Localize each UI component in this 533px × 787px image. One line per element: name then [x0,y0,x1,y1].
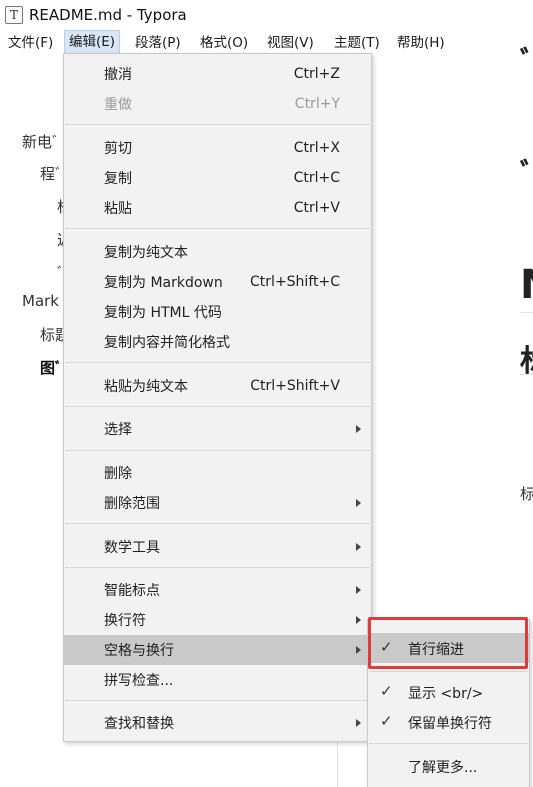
menu-item-label: 复制为 HTML 代码 [104,305,222,321]
menu-item-copy[interactable]: 复制 Ctrl+C [64,163,371,193]
menu-item-label: 数学工具 [104,540,160,556]
heading-underline [520,312,533,313]
menu-item-label: 智能标点 [104,583,160,599]
menu-separator [65,700,370,701]
menu-edit[interactable]: 编辑(E) [64,30,121,54]
menu-item-cut[interactable]: 剪切 Ctrl+X [64,133,371,163]
menu-theme[interactable]: 主题(T) [330,31,384,55]
menu-separator [65,523,370,524]
menu-item-paste-plain[interactable]: 粘贴为纯文本 Ctrl+Shift+V [64,371,371,401]
menu-separator [65,362,370,363]
title-bar: T README.md - Typora [0,0,533,30]
menu-item-find-replace[interactable]: 查找和替换 [64,708,371,738]
menu-item-shortcut: Ctrl+X [293,140,340,156]
menu-item-line-break[interactable]: 换行符 [64,605,371,635]
submenu-item-learn-more[interactable]: 了解更多... [368,751,529,781]
menu-item-select[interactable]: 选择 [64,414,371,444]
menu-separator [65,450,370,451]
menu-item-label: 复制 [104,171,132,187]
menu-item-smart-punctuation[interactable]: 智能标点 [64,575,371,605]
submenu-item-label: 显示 <br/> [408,686,484,702]
menu-item-label: 复制为 Markdown [104,275,223,291]
checkmark-icon: ✓ [380,712,393,730]
menu-item-label: 重做 [104,97,132,113]
menu-item-paste[interactable]: 粘贴 Ctrl+V [64,193,371,223]
doc-text-fragment: 标 [520,485,533,503]
menu-separator [65,228,370,229]
menu-separator [369,743,528,744]
menu-item-label: 空格与换行 [104,643,174,659]
checkmark-icon: ✓ [380,682,393,700]
menu-separator [65,406,370,407]
heading-underline [520,374,533,375]
menu-item-math-tools[interactable]: 数学工具 [64,532,371,562]
annotation-highlight-box [368,617,528,669]
outline-item[interactable]: Mark [22,292,59,310]
menu-item-copy-markdown[interactable]: 复制为 Markdown Ctrl+Shift+C [64,267,371,297]
doc-heading-fragment: N [520,262,533,308]
menu-bar: 文件(F) 编辑(E) 段落(P) 格式(O) 视图(V) 主题(T) 帮助(H… [0,30,533,55]
submenu-item-label: 保留单换行符 [408,716,492,732]
submenu-arrow-icon [356,499,361,507]
menu-item-label: 粘贴 [104,201,132,217]
menu-paragraph[interactable]: 段落(P) [131,31,185,55]
menu-item-shortcut: Ctrl+Shift+C [250,274,340,290]
menu-separator [65,567,370,568]
menu-separator [369,671,528,672]
window-title: README.md - Typora [29,6,187,24]
menu-item-whitespace[interactable]: 空格与换行 [64,635,371,665]
menu-item-shortcut: Ctrl+Shift+V [250,378,340,394]
menu-separator [65,124,370,125]
menu-item-label: 撤消 [104,67,132,83]
menu-item-label: 复制内容并简化格式 [104,335,230,351]
menu-item-label: 查找和替换 [104,716,174,732]
menu-item-copy-simplified[interactable]: 复制内容并简化格式 [64,327,371,357]
menu-item-redo[interactable]: 重做 Ctrl+Y [64,89,371,119]
menu-item-label: 换行符 [104,613,146,629]
menu-item-label: 删除 [104,466,132,482]
menu-item-undo[interactable]: 撤消 Ctrl+Z [64,59,371,89]
submenu-arrow-icon [356,616,361,624]
menu-item-label: 剪切 [104,141,132,157]
submenu-arrow-icon [356,543,361,551]
menu-item-label: 选择 [104,422,132,438]
submenu-arrow-icon [356,719,361,727]
menu-item-label: 拼写检查... [104,673,174,689]
menu-item-shortcut: Ctrl+C [293,170,340,186]
edit-menu-dropdown: 撤消 Ctrl+Z 重做 Ctrl+Y 剪切 Ctrl+X 复制 Ctrl+C … [63,53,372,742]
menu-help[interactable]: 帮助(H) [393,31,449,55]
menu-item-spellcheck[interactable]: 拼写检查... [64,665,371,695]
menu-item-delete[interactable]: 删除 [64,458,371,488]
menu-item-label: 粘贴为纯文本 [104,379,188,395]
menu-item-shortcut: Ctrl+V [293,200,340,216]
outline-item-active[interactable]: 图ﾞ [40,357,63,378]
submenu-item-label: 了解更多... [408,760,478,776]
menu-item-label: 复制为纯文本 [104,245,188,261]
menu-item-copy-html[interactable]: 复制为 HTML 代码 [64,297,371,327]
menu-view[interactable]: 视图(V) [263,31,318,55]
submenu-arrow-icon [356,586,361,594]
submenu-item-show-br[interactable]: ✓ 显示 <br/> [368,677,529,707]
menu-item-label: 删除范围 [104,496,160,512]
submenu-arrow-icon [356,646,361,654]
menu-format[interactable]: 格式(O) [196,31,252,55]
submenu-arrow-icon [356,425,361,433]
doc-heading-fragment: ﾞ [520,158,533,193]
typora-app-icon: T [5,6,23,24]
menu-item-delete-range[interactable]: 删除范围 [64,488,371,518]
doc-heading-fragment: ﾞ [520,46,533,81]
menu-item-copy-plain[interactable]: 复制为纯文本 [64,237,371,267]
submenu-item-keep-single-linebreak[interactable]: ✓ 保留单换行符 [368,707,529,737]
menu-item-shortcut: Ctrl+Z [293,66,340,82]
menu-item-shortcut: Ctrl+Y [294,96,340,112]
outline-item[interactable]: 新电ﾞ [22,131,60,152]
outline-item[interactable]: 程ﾞ [40,163,63,184]
menu-file[interactable]: 文件(F) [4,31,57,55]
